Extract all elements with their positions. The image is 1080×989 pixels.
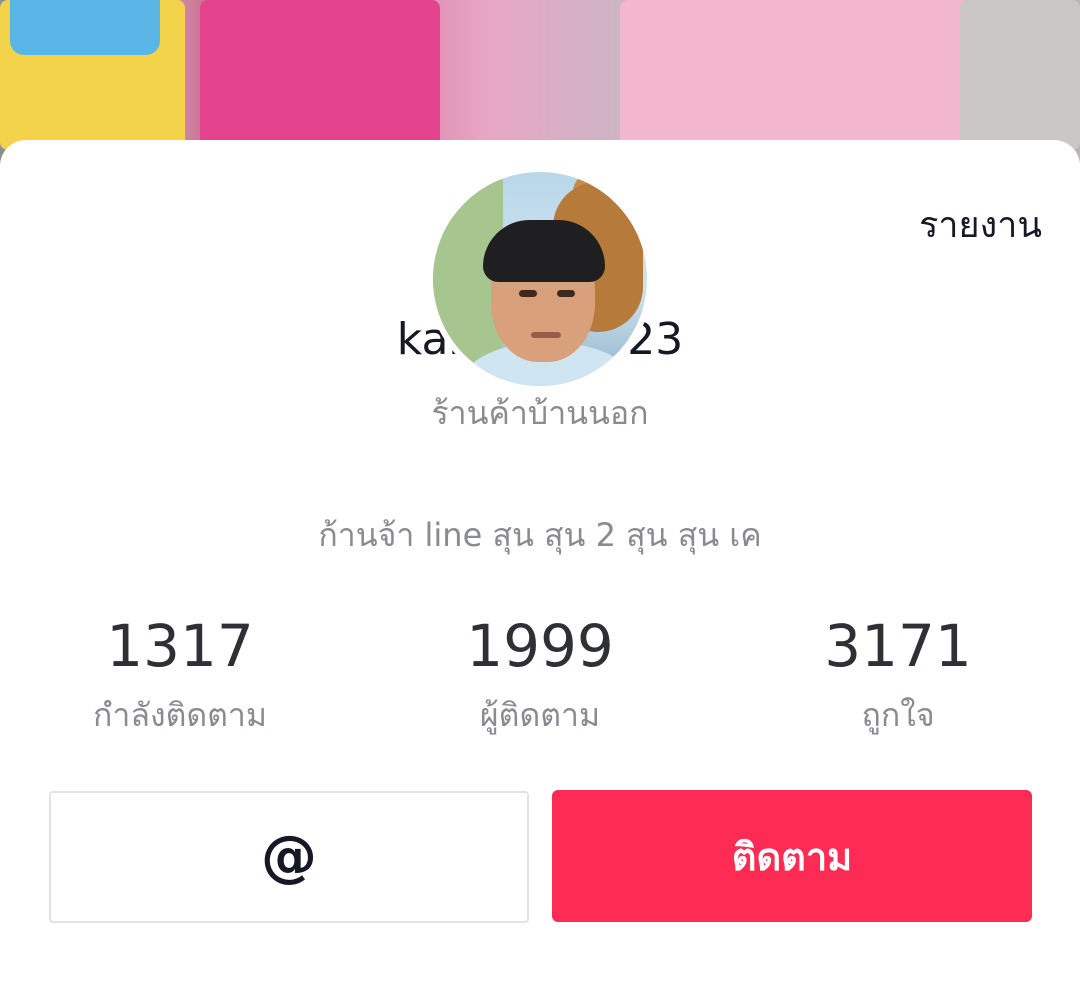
followers-count: 1999 bbox=[466, 612, 614, 680]
avatar[interactable] bbox=[427, 166, 653, 392]
avatar-eye-left bbox=[519, 290, 537, 297]
avatar-photo bbox=[433, 172, 647, 386]
at-sign-icon: @ bbox=[261, 824, 317, 889]
profile-sheet: รายงาน karnshop123 ร้านค้าบ้านนอก ก้านจ้… bbox=[0, 140, 1080, 989]
cover-background-right bbox=[960, 0, 1080, 150]
followers-label: ผู้ติดตาม bbox=[479, 696, 601, 734]
bio: ก้านจ้า line สุน สุน 2 สุน สุน เค bbox=[318, 516, 762, 554]
likes-count: 3171 bbox=[824, 612, 972, 680]
avatar-eye-right bbox=[557, 290, 575, 297]
display-name: ร้านค้าบ้านนอก bbox=[431, 394, 649, 432]
cover-package-band bbox=[10, 0, 160, 55]
stat-followers[interactable]: 1999 ผู้ติดตาม bbox=[390, 610, 690, 741]
report-link[interactable]: รายงาน bbox=[919, 196, 1042, 253]
cover-package-pink bbox=[200, 0, 440, 150]
mention-button[interactable]: @ bbox=[49, 791, 529, 923]
likes-label: ถูกใจ bbox=[861, 696, 935, 734]
stat-likes[interactable]: 3171 ถูกใจ bbox=[748, 610, 1048, 741]
cover-package-light-pink bbox=[620, 0, 980, 150]
following-label: กำลังติดตาม bbox=[93, 696, 267, 734]
stat-following[interactable]: 1317 กำลังติดตาม bbox=[30, 610, 330, 741]
stats-row: 1317 กำลังติดตาม 1999 ผู้ติดตาม 3171 ถูก… bbox=[0, 610, 1080, 750]
avatar-mouth bbox=[531, 332, 561, 338]
follow-button[interactable]: ติดตาม bbox=[552, 790, 1032, 922]
avatar-hair bbox=[483, 220, 605, 282]
following-count: 1317 bbox=[106, 612, 254, 680]
